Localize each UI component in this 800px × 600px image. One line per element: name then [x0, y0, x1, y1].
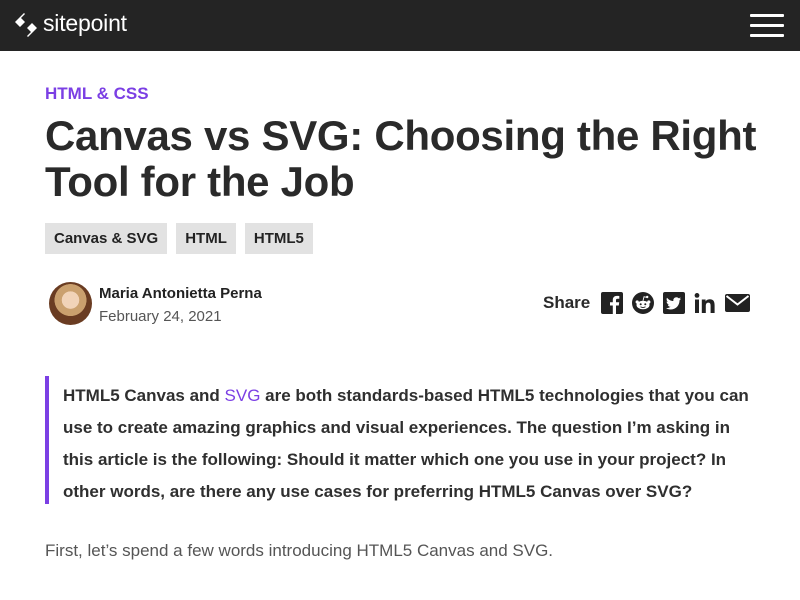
category-link[interactable]: HTML & CSS [45, 84, 149, 104]
linkedin-icon[interactable] [694, 292, 716, 314]
lead-text: HTML5 Canvas and SVG are both standards-… [49, 376, 749, 508]
sitepoint-logo[interactable]: sitepoint [14, 9, 127, 39]
twitter-icon[interactable] [663, 292, 686, 314]
publish-date: February 24, 2021 [99, 308, 222, 325]
intro-paragraph: First, let’s spend a few words introduci… [45, 541, 554, 560]
lead-text-start: HTML5 Canvas and [63, 386, 225, 405]
share-label: Share [543, 293, 591, 312]
author-avatar[interactable] [49, 282, 92, 325]
sitepoint-logo-icon [15, 13, 37, 37]
hamburger-menu-icon[interactable] [750, 14, 784, 38]
author-name[interactable]: Maria Antonietta Perna [99, 285, 262, 302]
svg-link[interactable]: SVG [225, 386, 261, 405]
tag-html5[interactable]: HTML5 [244, 223, 313, 254]
reddit-icon[interactable] [632, 292, 655, 314]
site-header: sitepoint [0, 0, 800, 51]
tag-list: Canvas & SVG HTML HTML5 [45, 223, 313, 254]
tag-canvas-svg[interactable]: Canvas & SVG [45, 223, 168, 254]
facebook-icon[interactable] [601, 292, 624, 314]
email-icon[interactable] [725, 292, 751, 314]
article-title: Canvas vs SVG: Choosing the Right Tool f… [45, 112, 757, 205]
lead-blockquote: HTML5 Canvas and SVG are both standards-… [45, 376, 749, 504]
logo-text: sitepoint [43, 9, 127, 36]
share-bar: Share [543, 292, 751, 314]
tag-html[interactable]: HTML [176, 223, 236, 254]
